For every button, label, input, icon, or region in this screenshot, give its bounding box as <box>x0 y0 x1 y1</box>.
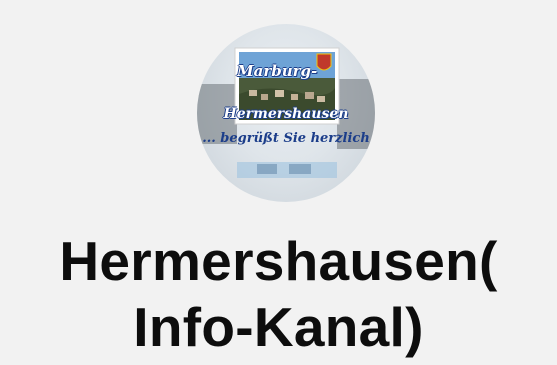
channel-profile-header: Marburg- Hermershausen ... begrüßt Sie h… <box>0 0 557 365</box>
avatar-caption-line1: Marburg- <box>237 62 318 80</box>
avatar-caption-line3: ... begrüßt Sie herzlich <box>202 131 370 146</box>
avatar-caption-line2: Hermershausen <box>223 106 349 122</box>
channel-title-line1: Hermershausen( <box>59 230 498 292</box>
channel-title: Hermershausen( Info-Kanal) <box>0 228 557 360</box>
channel-title-line2: Info-Kanal) <box>133 296 424 358</box>
channel-avatar[interactable]: Marburg- Hermershausen ... begrüßt Sie h… <box>197 24 375 202</box>
